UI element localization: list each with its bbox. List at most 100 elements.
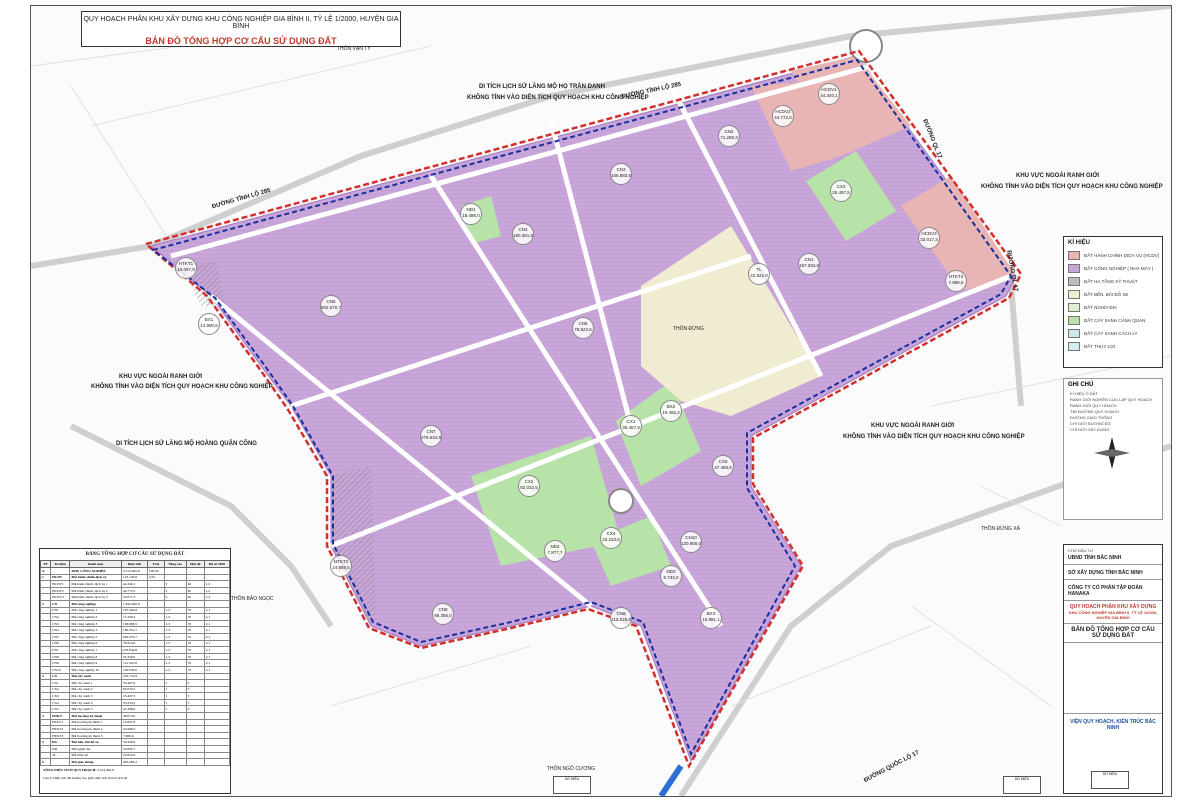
zone-area: 44.340,1 (820, 93, 838, 98)
table-cell: 44.340,1 (121, 580, 148, 588)
table-cell (185, 712, 205, 720)
table-cell (40, 613, 52, 621)
table-cell (203, 685, 230, 694)
table-header-cell: Tỉ lệ (146, 560, 165, 568)
note-item: CHỈ GIỚI XÂY DỰNG (1070, 427, 1110, 432)
table-cell (146, 698, 165, 707)
zone-area: 15.097,9 (177, 267, 195, 272)
land-use-table: BẢNG TỔNG HỢP CƠ CẤU SỬ DỤNG ĐẤT TT Kí hi… (39, 548, 231, 794)
table-cell (185, 718, 205, 727)
table-cell (163, 573, 187, 582)
table-cell: 44.772,5 (121, 586, 148, 595)
table-header-cell: Diện tích (121, 560, 148, 568)
table-cell (185, 599, 205, 608)
table-row: TL Đất thủy lợi 22.822,0 (40, 751, 230, 760)
table-cell: Đất công nghiệp 5 (69, 632, 123, 641)
table-cell: A (40, 567, 52, 575)
table-row: HCDV2 Đất hành chính, dịch vụ 2 44.772,5 3 4… (40, 586, 230, 595)
table-row: CX3 Đất cây xanh 3 25.497,5 1 5 (40, 692, 230, 700)
table-cell: CN2 (50, 613, 71, 621)
table-footnote: Lưu ý: Diện tích đất không bao gồm diện … (43, 775, 127, 780)
table-cell: 70 (185, 659, 205, 667)
table-cell: 1-5 (163, 639, 187, 648)
table-header-cell: Kí hiệu (50, 560, 71, 568)
table-row: CX2 Đất cây xanh 2 92.032,5 1 5 (40, 685, 230, 694)
table-row: CN7 Đất công nghiệp 7 276.634,8 1-5 70 2,1 (40, 646, 230, 654)
table-cell (40, 639, 52, 648)
table-cell (146, 692, 165, 700)
table-cell: 2,1 (203, 606, 230, 615)
table-cell: 106.883,5 (121, 619, 148, 628)
table-cell: 40 (185, 593, 205, 601)
zone-area: 7.986,6 (948, 280, 964, 285)
zone-marker-htkt1: HTKT1 15.097,9 (175, 257, 197, 279)
zone-marker-cn3: CN3 106.883,5 (610, 163, 632, 185)
zone-marker-nd2: ND2 7.877,7 (544, 540, 566, 562)
table-cell: CX4 (50, 698, 71, 707)
label-outside-w-note: KHÔNG TÍNH VÀO DIỆN TÍCH QUY HOẠCH KHU C… (91, 384, 273, 390)
table-cell (40, 619, 52, 628)
legend-label: ĐẤT BẾN, BÃI ĐỖ XE (1084, 292, 1129, 297)
table-cell: 1 (163, 692, 187, 700)
table-cell: 1-5 (163, 646, 187, 654)
table-cell: 2,1 (203, 646, 230, 654)
notes-title: GHI CHÚ (1068, 382, 1094, 388)
zone-area: 92.032,5 (520, 485, 538, 490)
table-total: TỔNG DIỆN TÍCH QUY HOẠCH: 2.214.465,8 (43, 767, 114, 772)
table-cell (146, 599, 165, 608)
table-cell: 33.017,3 (121, 593, 148, 601)
zone-area: 19.465,2 (662, 410, 680, 415)
title-block-project: QUY HOẠCH PHÂN KHU XÂY DỰNG KHU CÔNG NGH… (1064, 601, 1162, 624)
zone-area: 24.988,5 (332, 565, 350, 570)
table-cell: Đất hạ tầng kỹ thuật (69, 712, 123, 720)
table-cell (203, 698, 230, 707)
label-outside-e-note: KHÔNG TÍNH VÀO DIỆN TÍCH QUY HOẠCH KHU C… (843, 434, 1025, 440)
table-row: CN10 Đất công nghiệp 10 120.950,0 1-5 70 2,1 (40, 665, 230, 674)
table-cell: 276.634,8 (121, 646, 148, 654)
table-cell (203, 745, 230, 753)
table-cell: 70 (185, 626, 205, 634)
table-cell: 40 (185, 586, 205, 595)
table-cell (203, 679, 230, 687)
zone-marker-cn7: CN7 276.634,8 (420, 425, 442, 447)
table-cell: Đất công nghiệp 4 (69, 626, 123, 634)
table-cell (40, 632, 52, 641)
table-cell: 50.336,9 (121, 738, 148, 747)
table-header-cell: TT (40, 560, 52, 568)
zone-marker-bx3: BX3 15.881,1 (700, 607, 722, 629)
zone-marker-tl: TL 22.822,0 (748, 263, 770, 285)
table-header-cell: Hệ số SDĐ (203, 560, 230, 568)
table-cell: Đất hành chính dịch vụ (69, 573, 123, 582)
legend-label: ĐẤT CÔNG NGHIỆP ( NHÀ MÁY ) (1084, 266, 1154, 271)
table-cell: Đất hạ tầng kỹ thuật 3 (69, 731, 123, 740)
table-cell: 70 (185, 665, 205, 674)
table-cell: 5 (185, 685, 205, 694)
legend-swatch (1068, 290, 1080, 299)
table-cell: BX (50, 738, 71, 747)
zone-marker-hcdv2: HCDV2 44.772,5 (772, 105, 794, 127)
label-outside-ne: KHU VỰC NGOÀI RANH GIỚI (1016, 173, 1100, 179)
table-cell (203, 731, 230, 740)
table-cell: 1-5 (163, 613, 187, 621)
table-cell: CX (50, 672, 71, 681)
table-cell: 3 (40, 672, 52, 681)
table-cell: CN9 (50, 659, 71, 667)
zone-area: 44.772,5 (774, 115, 792, 120)
table-row: 6 Đất giao thông 405.068,2 (40, 758, 230, 766)
table-cell (40, 692, 52, 700)
table-cell: CN4 (50, 626, 71, 634)
table-cell: CN5 (50, 632, 71, 641)
table-cell (146, 665, 165, 674)
table-cell: 2.214.465,8 (121, 567, 148, 575)
table-row: 5 BX Đất bến, bãi đỗ xe 50.336,9 (40, 738, 230, 747)
table-cell: 95.356,0 (121, 652, 148, 661)
table-row: CX5 Đất cây xanh 5 47.488,6 1 5 (40, 705, 230, 714)
table-row: CN9 Đất công nghiệp 9 112.525,8 1-5 70 2,1 (40, 659, 230, 667)
zone-marker-cn4: CN4 180.351,5 (512, 223, 534, 245)
table-cell: 1-5 (163, 632, 187, 641)
zone-marker-nd1: ND1 18.485,0 (460, 203, 482, 225)
table-cell: 40 (185, 580, 205, 588)
table-cell (146, 593, 165, 601)
map-sheet: QUY HOẠCH PHÂN KHU XÂY DỰNG KHU CÔNG NGH… (30, 5, 1172, 797)
table-cell: 47.488,6 (121, 705, 148, 714)
